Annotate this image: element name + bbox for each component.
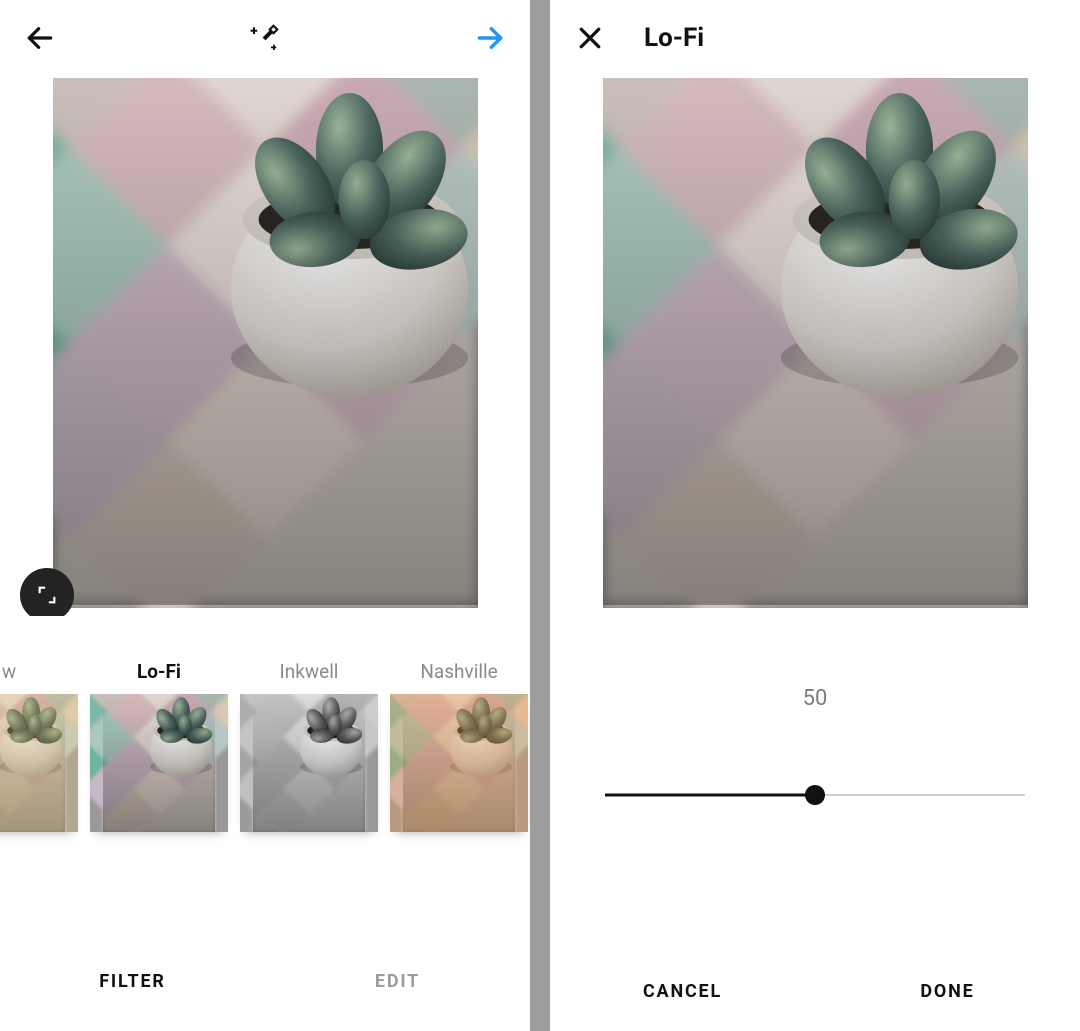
filter-adjust-screen: Lo-Fi 50 CANCEL DONE <box>550 0 1080 1031</box>
filter-select-screen: w Lo-Fi Inkwell Nashville FILTER EDIT <box>0 0 530 1031</box>
pane-divider <box>530 0 550 1031</box>
filter-item-label: Lo-Fi <box>90 660 228 684</box>
top-bar <box>0 0 530 76</box>
slider-value: 50 <box>803 686 828 711</box>
filter-thumb <box>240 694 378 832</box>
photo-preview <box>550 76 1080 616</box>
magic-wand-icon <box>249 18 281 58</box>
filter-item-inkwell[interactable]: Inkwell <box>240 660 378 832</box>
filter-item-label: Inkwell <box>240 660 378 684</box>
next-button[interactable] <box>468 16 512 60</box>
filter-item-label: w <box>0 660 78 684</box>
expand-icon <box>36 584 58 606</box>
bottom-actions: CANCEL DONE <box>550 951 1080 1031</box>
filter-thumb <box>390 694 528 832</box>
filter-item-lo-fi[interactable]: Lo-Fi <box>90 660 228 832</box>
arrow-left-icon <box>24 21 56 55</box>
arrow-right-icon <box>474 21 506 55</box>
close-button[interactable] <box>568 16 612 60</box>
intensity-slider[interactable] <box>605 783 1025 807</box>
tab-edit[interactable]: EDIT <box>265 941 530 1021</box>
expand-button[interactable] <box>20 568 74 622</box>
filter-item-nashville[interactable]: Nashville <box>390 660 528 832</box>
filter-strip[interactable]: w Lo-Fi Inkwell Nashville <box>0 616 530 940</box>
bottom-tabs: FILTER EDIT <box>0 940 530 1021</box>
filter-item-label: Nashville <box>390 660 528 684</box>
filter-thumb <box>0 694 78 832</box>
slider-area: 50 <box>550 616 1080 951</box>
cancel-button[interactable]: CANCEL <box>550 951 815 1031</box>
tab-filter[interactable]: FILTER <box>0 941 265 1021</box>
filter-thumb <box>90 694 228 832</box>
auto-enhance-button[interactable] <box>243 16 287 60</box>
photo-preview <box>0 76 530 616</box>
filter-item-w[interactable]: w <box>0 660 78 832</box>
done-button[interactable]: DONE <box>815 951 1080 1031</box>
back-button[interactable] <box>18 16 62 60</box>
close-icon <box>575 23 605 53</box>
top-bar: Lo-Fi <box>550 0 1080 76</box>
page-title: Lo-Fi <box>644 23 704 53</box>
